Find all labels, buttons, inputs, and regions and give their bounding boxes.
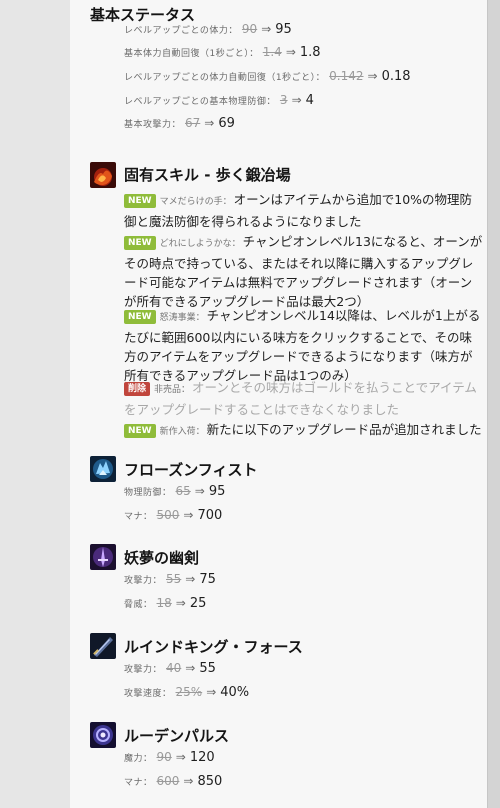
old-value: 90 [241,22,258,36]
stat-row: 攻撃力： 55 ⇒ 75 [124,572,216,590]
old-value: 65 [175,484,191,498]
scrollbar-track[interactable] [487,0,500,808]
stat-label: 魔力： [124,754,153,764]
new-value: 69 [218,116,235,131]
stat-label: レベルアップごとの体力： [124,26,238,36]
old-value: 90 [156,750,172,764]
new-value: 4 [305,93,314,108]
old-value: 600 [156,774,180,788]
stat-label: マナ： [124,778,153,788]
stat-label: レベルアップごとの体力自動回復（1秒ごと）： [124,73,326,83]
passive-change-removed: 削除 非売品： オーンとその味方はゴールドを払うことでアイテムをアップグレードするこ… [124,378,484,419]
stat-label: 攻撃力： [124,665,163,675]
change-name: 怒涛事業： [159,313,205,323]
item-title: ルインドキング・フォース [124,638,303,656]
old-value: 500 [156,508,180,522]
arrow-icon: ⇒ [261,22,272,36]
stat-row: 物理防御： 65 ⇒ 95 [124,484,225,502]
change-text: 新たに以下のアップグレード品が追加されました [206,422,482,437]
new-value: 1.8 [299,45,321,60]
new-badge: NEW [124,194,156,208]
old-value: 67 [185,116,201,130]
change-name: 非売品： [154,385,191,395]
stat-label: 攻撃速度： [124,689,172,699]
youmuu-ghostblade-icon [90,544,116,570]
item-title: ルーデンパルス [124,727,230,745]
stat-label: 物理防御： [124,488,172,498]
passive-title: 固有スキル - 歩く鍛冶場 [124,166,291,184]
new-value: 55 [199,661,216,676]
new-value: 0.18 [381,69,411,84]
item-title: 妖夢の幽剣 [124,549,200,567]
stat-row: 基本攻撃力： 67 ⇒ 69 [124,116,235,134]
old-value: 25% [175,685,203,699]
frozen-fist-icon [90,456,116,482]
new-value: 700 [197,508,223,523]
passive-change: NEW マメだらけの手： オーンはアイテムから追加で10%の物理防御と魔法防御を得ら… [124,190,484,231]
new-value: 120 [189,750,215,765]
old-value: 1.4 [262,45,282,59]
new-value: 40% [220,685,250,700]
ruined-king-force-icon [90,633,116,659]
old-value: 40 [166,661,182,675]
stat-row: 基本体力自動回復（1秒ごと）： 1.4 ⇒ 1.8 [124,45,321,63]
new-badge: NEW [124,236,156,250]
passive-change: NEW 怒涛事業： チャンピオンレベル14以降は、レベルが1上がるたびに範囲600以… [124,306,484,385]
stat-row: レベルアップごとの体力： 90 ⇒ 95 [124,22,292,40]
stat-row: マナ： 500 ⇒ 700 [124,508,222,526]
new-badge: NEW [124,424,156,438]
old-value: 0.142 [329,69,364,83]
stat-row: 攻撃力： 40 ⇒ 55 [124,661,216,679]
arrow-icon: ⇒ [285,45,296,59]
stat-label: 攻撃力： [124,576,163,586]
new-value: 95 [275,22,292,37]
change-name: 新作入荷： [159,427,205,437]
item-title: フローズンフィスト [124,461,258,479]
stat-label: 基本体力自動回復（1秒ごと）： [124,49,259,59]
passive-change: NEW どれにしようかな： チャンピオンレベル13になると、オーンがその時点で持って… [124,232,484,311]
luden-pulse-icon [90,722,116,748]
arrow-icon: ⇒ [206,685,217,699]
stat-row: 脅威： 18 ⇒ 25 [124,596,206,614]
stat-label: レベルアップごとの基本物理防御： [124,97,276,107]
old-value: 3 [279,93,288,107]
change-name: マメだらけの手： [159,197,232,207]
arrow-icon: ⇒ [204,116,215,130]
arrow-icon: ⇒ [291,93,302,107]
passive-forge-icon [90,162,116,188]
arrow-icon: ⇒ [175,750,186,764]
new-value: 25 [189,596,207,611]
arrow-icon: ⇒ [185,661,196,675]
arrow-icon: ⇒ [183,508,194,522]
arrow-icon: ⇒ [175,596,186,610]
arrow-icon: ⇒ [194,484,205,498]
arrow-icon: ⇒ [183,774,194,788]
stat-row: 攻撃速度： 25% ⇒ 40% [124,685,249,703]
old-value: 18 [156,596,172,610]
stat-label: マナ： [124,512,153,522]
change-name: どれにしようかな： [159,239,241,249]
stat-row: マナ： 600 ⇒ 850 [124,774,222,792]
new-value: 850 [197,774,223,789]
new-value: 75 [199,572,216,587]
passive-change: NEW 新作入荷： 新たに以下のアップグレード品が追加されました [124,420,484,442]
new-badge: NEW [124,310,156,324]
removed-badge: 削除 [124,382,151,396]
stat-label: 脅威： [124,600,153,610]
stat-row: 魔力： 90 ⇒ 120 [124,750,215,768]
stat-row: レベルアップごとの体力自動回復（1秒ごと）： 0.142 ⇒ 0.18 [124,69,411,87]
arrow-icon: ⇒ [185,572,196,586]
stat-label: 基本攻撃力： [124,120,182,130]
new-value: 95 [208,484,226,499]
old-value: 55 [166,572,182,586]
arrow-icon: ⇒ [367,69,378,83]
stat-row: レベルアップごとの基本物理防御： 3 ⇒ 4 [124,93,314,111]
